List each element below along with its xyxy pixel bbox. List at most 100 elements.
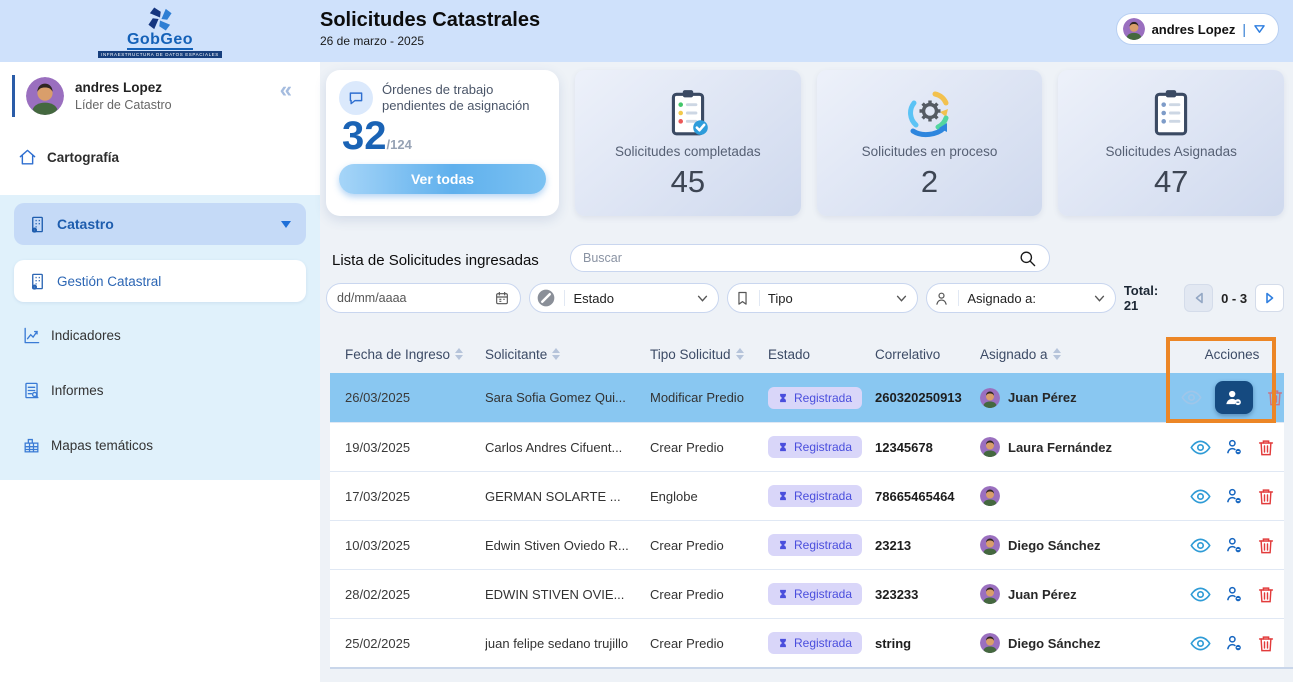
delete-icon[interactable] [1257,536,1275,555]
sort-icon[interactable] [455,348,463,360]
cell-tipo: Crear Predio [650,440,768,455]
assign-user-icon[interactable] [1224,437,1244,457]
asignado-filter-select[interactable]: Asignado a: [926,283,1115,313]
cell-solicitante: Sara Sofia Gomez Qui... [485,390,650,405]
sidebar-item-catastro[interactable]: Catastro [14,203,306,245]
user-menu-chip[interactable]: andres Lopez | [1116,13,1279,45]
page-date: 26 de marzo - 2025 [320,34,540,48]
estado-filter-value: Estado [573,291,696,306]
delete-icon[interactable] [1257,487,1275,506]
assign-user-icon[interactable] [1224,584,1244,604]
view-icon[interactable] [1190,633,1211,654]
user-accent-bar [12,75,15,117]
chevron-down-icon [697,295,708,302]
divider [759,290,760,306]
view-icon[interactable] [1190,535,1211,556]
delete-icon[interactable] [1257,634,1275,653]
delete-icon[interactable] [1257,438,1275,457]
home-icon [18,148,37,167]
table-row[interactable]: 26/03/2025 Sara Sofia Gomez Qui... Modif… [330,373,1284,422]
sidebar-item-informes[interactable]: Informes [22,381,306,400]
cell-fecha: 26/03/2025 [345,390,485,405]
sidebar-item-label: Catastro [57,216,114,232]
pinwheel-logo-icon [142,6,178,32]
delete-icon[interactable] [1257,585,1275,604]
in-process-requests-card: Solicitudes en proceso 2 [817,70,1043,216]
pending-orders-value: 32 [342,115,387,157]
table-row[interactable]: 28/02/2025 EDWIN STIVEN OVIE... Crear Pr… [330,569,1284,618]
view-icon[interactable] [1181,387,1202,408]
status-badge: Registrada [768,485,862,507]
date-input[interactable] [337,291,494,305]
asignado-filter-value: Asignado a: [967,291,1093,306]
assign-user-icon[interactable] [1224,633,1244,653]
sort-icon[interactable] [1053,348,1061,360]
caret-down-icon [280,220,292,229]
assignee-avatar [980,437,1000,457]
sidebar-item-gestion-catastral[interactable]: Gestión Catastral [14,260,306,302]
sort-icon[interactable] [736,348,744,360]
table-header-row: Fecha de Ingreso Solicitante Tipo Solici… [330,335,1284,373]
estado-filter-select[interactable]: Estado [529,283,718,313]
chevron-down-icon[interactable] [1253,24,1266,34]
view-icon[interactable] [1190,486,1211,507]
sidebar-item-label: Indicadores [51,328,121,343]
building-gear-icon [28,215,47,234]
sort-icon[interactable] [552,348,560,360]
cell-correlativo: 78665465464 [875,489,980,504]
tipo-filter-value: Tipo [768,291,896,306]
table-row[interactable]: 19/03/2025 Carlos Andres Cifuent... Crea… [330,422,1284,471]
logo-text: GobGeo [127,32,193,51]
view-icon[interactable] [1190,437,1211,458]
search-input[interactable] [583,251,1018,265]
column-header-fecha[interactable]: Fecha de Ingreso [345,347,485,362]
sidebar-user-card: andres Lopez Líder de Catastro « [12,75,320,117]
divider [958,290,959,306]
table-row[interactable]: 25/02/2025 juan felipe sedano trujillo C… [330,618,1284,667]
report-document-icon [22,381,41,400]
sidebar-item-mapas-tematicos[interactable]: Mapas temáticos [22,436,306,455]
status-circle-icon [536,288,556,308]
view-icon[interactable] [1190,584,1211,605]
cell-correlativo: 12345678 [875,440,980,455]
assignee-avatar [980,633,1000,653]
delete-icon[interactable] [1266,388,1284,407]
chat-bubble-icon [339,81,373,115]
assign-user-icon[interactable] [1224,486,1244,506]
search-icon[interactable] [1018,249,1037,268]
app-logo[interactable]: GobGeo INFRAESTRUCTURA DE DATOS ESPACIAL… [0,0,320,62]
column-header-asignado[interactable]: Asignado a [980,347,1180,362]
total-count: Total: 21 [1124,283,1176,313]
table-row[interactable]: 17/03/2025 GERMAN SOLARTE ... Englobe Re… [330,471,1284,520]
sidebar-user-avatar [26,77,64,115]
pending-orders-card: Órdenes de trabajo pendientes de asignac… [326,70,559,216]
pagination-prev-button[interactable] [1184,284,1213,312]
clipboard-list-icon [1146,87,1196,139]
in-process-label: Solicitudes en proceso [862,144,998,159]
column-header-solicitante[interactable]: Solicitante [485,347,650,362]
sidebar-collapse-icon[interactable]: « [280,79,292,101]
cell-estado: Registrada [768,534,875,556]
cell-tipo: Crear Predio [650,538,768,553]
cell-acciones [1180,584,1284,605]
status-badge: Registrada [768,436,862,458]
calendar-icon[interactable] [494,290,510,306]
pagination-next-button[interactable] [1255,284,1284,312]
assign-user-button[interactable] [1215,381,1253,414]
ver-todas-button[interactable]: Ver todas [339,164,546,194]
column-header-correlativo: Correlativo [875,347,980,362]
cell-solicitante: Edwin Stiven Oviedo R... [485,538,650,553]
sidebar-item-cartografia[interactable]: Cartografía [18,148,119,167]
table-row[interactable]: 10/03/2025 Edwin Stiven Oviedo R... Crea… [330,520,1284,569]
assign-user-icon[interactable] [1224,535,1244,555]
in-process-value: 2 [921,164,938,200]
column-header-tipo[interactable]: Tipo Solicitud [650,347,768,362]
sidebar-item-indicadores[interactable]: Indicadores [22,326,306,345]
tipo-filter-select[interactable]: Tipo [727,283,918,313]
cell-acciones [1180,486,1284,507]
cell-correlativo: 323233 [875,587,980,602]
date-filter [326,283,521,313]
person-icon [933,290,950,307]
search-bar [570,244,1050,272]
assigned-value: 47 [1154,164,1188,200]
